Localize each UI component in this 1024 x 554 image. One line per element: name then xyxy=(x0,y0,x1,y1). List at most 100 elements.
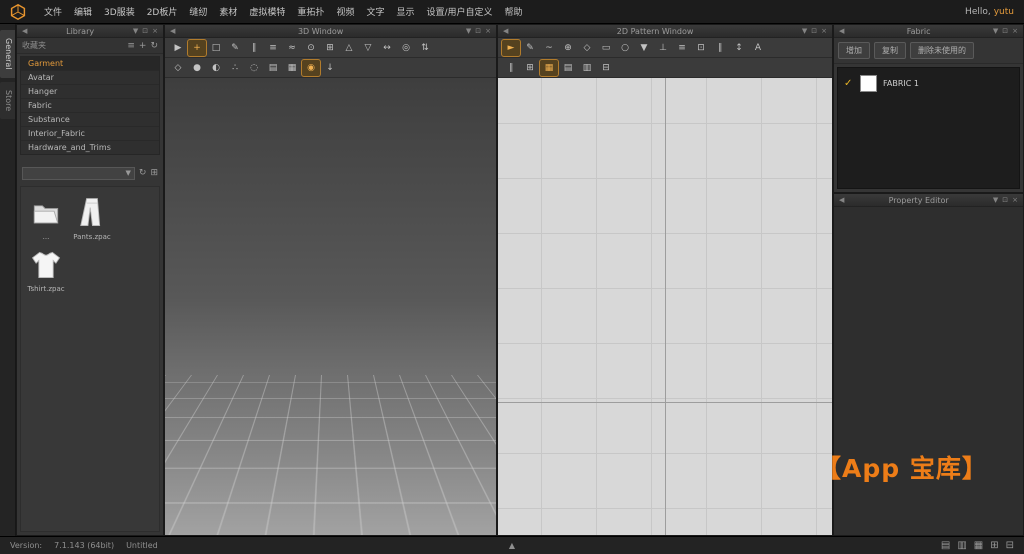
side-tab-general[interactable]: General xyxy=(0,30,15,78)
show-strain-icon[interactable]: ▦ xyxy=(283,60,301,76)
user-name[interactable]: yutu xyxy=(994,7,1014,17)
library-menu-caret-icon[interactable]: ▼ xyxy=(131,28,140,35)
menu-item-11[interactable]: 显示 xyxy=(390,1,420,22)
measure-tape-icon[interactable]: ↔ xyxy=(378,40,396,56)
fold-arrangement-icon[interactable]: △ xyxy=(340,40,358,56)
3d-window-collapse-icon[interactable]: ◀ xyxy=(168,28,177,35)
show-grid-icon[interactable]: ⊞ xyxy=(521,60,539,76)
property-editor-menu-caret-icon[interactable]: ▼ xyxy=(991,197,1000,204)
layout-preset-4-icon[interactable]: ⊞ xyxy=(990,541,998,551)
trace-tool-icon[interactable]: ⊡ xyxy=(692,40,710,56)
menu-item-4[interactable]: 2D板片 xyxy=(141,1,184,22)
library-file-1[interactable]: ... xyxy=(25,195,67,241)
menu-item-7[interactable]: 虚拟模特 xyxy=(243,1,291,22)
2d-viewport[interactable] xyxy=(498,78,832,535)
notch-tool-icon[interactable]: ⊥ xyxy=(654,40,672,56)
3d-window-close-icon[interactable]: × xyxy=(483,28,493,35)
wind-controller-icon[interactable]: ▽ xyxy=(359,40,377,56)
statusbar-collapse-icon[interactable]: ▲ xyxy=(509,541,515,550)
library-file-3[interactable]: Tshirt.zpac xyxy=(25,247,67,293)
add-favorite-icon[interactable]: + xyxy=(139,41,147,51)
seam-allowance-icon[interactable]: ∥ xyxy=(711,40,729,56)
snapshot-icon[interactable]: ↓ xyxy=(321,60,339,76)
3d-viewport[interactable] xyxy=(165,78,496,535)
property-editor-close-icon[interactable]: × xyxy=(1010,197,1020,204)
menu-item-6[interactable]: 素材 xyxy=(213,1,243,22)
2d-window-float-icon[interactable]: ⊡ xyxy=(809,28,819,35)
mesh-view-icon[interactable]: ▤ xyxy=(559,60,577,76)
overlay-view-icon[interactable]: ▥ xyxy=(578,60,596,76)
free-sewing-icon[interactable]: ≈ xyxy=(283,40,301,56)
menu-item-13[interactable]: 帮助 xyxy=(499,1,529,22)
annotation-icon[interactable]: A xyxy=(749,40,767,56)
texture-view-icon[interactable]: ▦ xyxy=(540,60,558,76)
library-close-icon[interactable]: × xyxy=(150,28,160,35)
fabric-menu-caret-icon[interactable]: ▼ xyxy=(991,28,1000,35)
library-category-fabric[interactable]: Fabric xyxy=(21,99,159,113)
2d-window-menu-caret-icon[interactable]: ▼ xyxy=(800,28,809,35)
library-category-substance[interactable]: Substance xyxy=(21,113,159,127)
show-mesh-icon[interactable]: ▤ xyxy=(264,60,282,76)
delete-unused-fabric-button[interactable]: 删除未使用的 xyxy=(910,42,974,59)
menu-item-3[interactable]: 3D服装 xyxy=(98,1,141,22)
library-category-avatar[interactable]: Avatar xyxy=(21,71,159,85)
button-tool-icon[interactable]: ◎ xyxy=(397,40,415,56)
add-point-icon[interactable]: ⊕ xyxy=(559,40,577,56)
show-garment-icon[interactable]: ◇ xyxy=(169,60,187,76)
library-category-interior_fabric[interactable]: Interior_Fabric xyxy=(21,127,159,141)
avatar-tape-icon[interactable]: ◉ xyxy=(302,60,320,76)
property-editor-collapse-icon[interactable]: ◀ xyxy=(837,197,846,204)
grainline-icon[interactable]: ↕ xyxy=(730,40,748,56)
3d-window-float-icon[interactable]: ⊡ xyxy=(473,28,483,35)
menu-item-5[interactable]: 缝纫 xyxy=(183,1,213,22)
library-category-hanger[interactable]: Hanger xyxy=(21,85,159,99)
2d-window-close-icon[interactable]: × xyxy=(819,28,829,35)
add-fabric-button[interactable]: 增加 xyxy=(838,42,870,59)
layout-preset-2-icon[interactable]: ▥ xyxy=(957,541,966,551)
fabric-float-icon[interactable]: ⊡ xyxy=(1000,28,1010,35)
edit-sewing-icon[interactable]: ∥ xyxy=(245,40,263,56)
select-move-icon[interactable]: + xyxy=(188,40,206,56)
transform-pattern-icon[interactable]: ► xyxy=(502,40,520,56)
pin-box-icon[interactable]: ⊞ xyxy=(321,40,339,56)
library-refresh-icon[interactable]: ↻ xyxy=(139,168,147,178)
show-sewing-lines-icon[interactable]: ∥ xyxy=(502,60,520,76)
library-category-garment[interactable]: Garment xyxy=(21,57,159,71)
copy-fabric-button[interactable]: 复制 xyxy=(874,42,906,59)
menu-item-1[interactable]: 文件 xyxy=(38,1,68,22)
library-file-2[interactable]: Pants.zpac xyxy=(71,195,113,241)
internal-line-icon[interactable]: ≡ xyxy=(673,40,691,56)
circle-tool-icon[interactable]: ○ xyxy=(616,40,634,56)
library-collapse-icon[interactable]: ◀ xyxy=(20,28,29,35)
menu-item-8[interactable]: 重拓扑 xyxy=(291,1,330,22)
pen-3d-icon[interactable]: ✎ xyxy=(226,40,244,56)
avatar-sizing-icon[interactable]: ◐ xyxy=(207,60,225,76)
property-editor-float-icon[interactable]: ⊡ xyxy=(1000,197,1010,204)
fabric-collapse-icon[interactable]: ◀ xyxy=(837,28,846,35)
library-filter-dropdown[interactable]: ▼ xyxy=(22,167,135,180)
fabric-item-1[interactable]: ✓FABRIC 1 xyxy=(844,75,1013,92)
menu-item-12[interactable]: 设置/用户自定义 xyxy=(420,1,498,22)
3d-window-menu-caret-icon[interactable]: ▼ xyxy=(464,28,473,35)
x-ray-joints-icon[interactable]: ◌ xyxy=(245,60,263,76)
fabric-close-icon[interactable]: × xyxy=(1010,28,1020,35)
refresh-icon[interactable]: ↻ xyxy=(150,41,158,51)
simulate-icon[interactable]: ▶ xyxy=(169,40,187,56)
layout-preset-5-icon[interactable]: ⊟ xyxy=(1006,541,1014,551)
library-category-hardware_and_trims[interactable]: Hardware_and_Trims xyxy=(21,141,159,154)
sort-icon[interactable]: ≡ xyxy=(127,41,135,51)
pin-icon[interactable]: ⊙ xyxy=(302,40,320,56)
2d-window-collapse-icon[interactable]: ◀ xyxy=(501,28,510,35)
library-grid-view-icon[interactable]: ⊞ xyxy=(150,168,158,178)
rectangle-tool-icon[interactable]: ▭ xyxy=(597,40,615,56)
side-tab-store[interactable]: Store xyxy=(0,82,15,119)
dart-tool-icon[interactable]: ▼ xyxy=(635,40,653,56)
polygon-tool-icon[interactable]: ◇ xyxy=(578,40,596,56)
show-avatar-icon[interactable]: ● xyxy=(188,60,206,76)
library-float-icon[interactable]: ⊡ xyxy=(140,28,150,35)
print-layout-icon[interactable]: ⊟ xyxy=(597,60,615,76)
arrangement-points-icon[interactable]: ∴ xyxy=(226,60,244,76)
menu-item-9[interactable]: 视频 xyxy=(330,1,360,22)
menu-item-2[interactable]: 编辑 xyxy=(68,1,98,22)
segment-sewing-icon[interactable]: ≡ xyxy=(264,40,282,56)
